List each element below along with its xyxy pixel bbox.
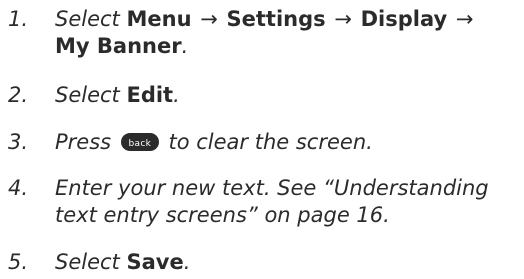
step-3: 3. Press back to clear the screen. xyxy=(0,129,524,159)
step-number: 4. xyxy=(8,176,29,200)
menu-item-display: Display xyxy=(360,7,448,31)
menu-item-menu: Menu xyxy=(126,7,192,31)
step-text: Select Menu → Settings → Display → My Ba… xyxy=(55,6,524,60)
step-remainder: to clear the screen. xyxy=(168,130,373,154)
step-number: 3. xyxy=(8,130,29,154)
step-verb: Select xyxy=(55,250,120,274)
step-number: 2. xyxy=(8,83,29,107)
step-text: Select Edit. xyxy=(55,82,524,109)
step-text: Press back to clear the screen. xyxy=(55,129,524,156)
menu-item-edit: Edit xyxy=(126,83,174,107)
arrow-icon: → xyxy=(334,7,352,31)
step-text: Enter your new text. See “Understanding … xyxy=(55,176,489,227)
back-key-icon: back xyxy=(120,133,159,151)
arrow-icon: → xyxy=(455,7,474,31)
menu-item-save: Save xyxy=(126,250,184,274)
step-period: . xyxy=(183,250,191,274)
step-5: 5. Select Save. xyxy=(0,249,524,279)
step-number: 5. xyxy=(8,250,29,274)
step-4: 4. Enter your new text. See “Understandi… xyxy=(0,175,524,235)
step-number: 1. xyxy=(8,7,29,31)
step-verb: Press xyxy=(55,130,112,154)
arrow-icon: → xyxy=(200,7,218,31)
step-period: . xyxy=(181,34,189,58)
step-period: . xyxy=(173,83,180,107)
menu-item-my-banner: My Banner xyxy=(55,34,182,58)
step-verb: Select xyxy=(55,7,120,31)
instruction-steps: 1. Select Menu → Settings → Display → My… xyxy=(0,0,524,278)
step-text: Select Save. xyxy=(55,249,524,276)
menu-item-settings: Settings xyxy=(226,7,326,31)
step-2: 2. Select Edit. xyxy=(0,82,524,112)
step-verb: Select xyxy=(55,83,120,107)
step-1: 1. Select Menu → Settings → Display → My… xyxy=(0,6,524,66)
